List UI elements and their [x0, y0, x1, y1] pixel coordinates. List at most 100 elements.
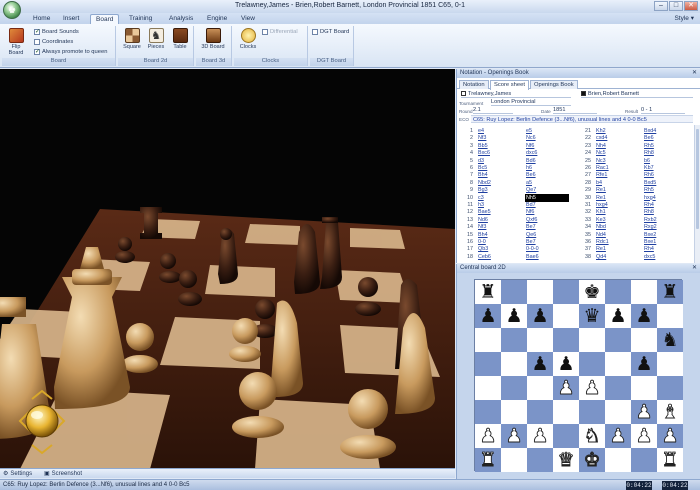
- board-square[interactable]: [657, 376, 683, 400]
- board-square[interactable]: ♟: [579, 376, 605, 400]
- white-move[interactable]: Ceb6: [477, 253, 521, 261]
- board-square[interactable]: ♟: [631, 304, 657, 328]
- board-square[interactable]: [631, 376, 657, 400]
- board-sounds-checkbox[interactable]: ✓ Board Sounds: [34, 29, 79, 35]
- clocks-button[interactable]: Clocks: [236, 28, 260, 56]
- black-pawn-icon[interactable]: ♟: [479, 306, 496, 326]
- board-square[interactable]: ♟: [657, 424, 683, 448]
- table-button[interactable]: Table: [168, 28, 192, 56]
- black-rook-icon[interactable]: ♜: [661, 282, 678, 302]
- tab-analysis[interactable]: Analysis: [164, 14, 198, 24]
- board-square[interactable]: [475, 352, 501, 376]
- white-move[interactable]: Qd4: [595, 253, 639, 261]
- board-square[interactable]: [527, 328, 553, 352]
- board-3d-view[interactable]: [0, 69, 455, 469]
- board-square[interactable]: [579, 328, 605, 352]
- board-square[interactable]: [475, 376, 501, 400]
- board-square[interactable]: ♟: [553, 352, 579, 376]
- black-pawn-icon[interactable]: ♟: [609, 306, 626, 326]
- tab-home[interactable]: Home: [28, 14, 55, 24]
- board-square[interactable]: ♛: [553, 448, 579, 472]
- white-pawn-icon[interactable]: ♟: [609, 426, 627, 446]
- board-square[interactable]: ♞: [657, 328, 683, 352]
- board-square[interactable]: ♟: [605, 424, 631, 448]
- board-square[interactable]: ♟: [501, 304, 527, 328]
- 3d-board-button[interactable]: 3D Board: [201, 28, 225, 56]
- board-square[interactable]: [527, 280, 553, 304]
- board-square[interactable]: ♛: [579, 304, 605, 328]
- board-square[interactable]: ♟: [475, 304, 501, 328]
- board-square[interactable]: ♟: [475, 424, 501, 448]
- always-promote-checkbox[interactable]: ✓ Always promote to queen: [34, 49, 107, 55]
- black-knight-icon[interactable]: ♞: [661, 330, 678, 350]
- board-square[interactable]: [605, 400, 631, 424]
- board-square[interactable]: ♚: [579, 280, 605, 304]
- board-square[interactable]: [553, 304, 579, 328]
- white-bishop-icon[interactable]: ♝: [661, 402, 679, 422]
- board-square[interactable]: [527, 376, 553, 400]
- board-square[interactable]: [605, 376, 631, 400]
- coordinates-checkbox[interactable]: Coordinates: [34, 39, 73, 45]
- board-square[interactable]: [501, 400, 527, 424]
- white-rook-icon[interactable]: ♜: [479, 450, 497, 470]
- tab-notation[interactable]: Notation: [459, 80, 489, 89]
- black-pawn-icon[interactable]: ♟: [505, 306, 522, 326]
- board-square[interactable]: [631, 448, 657, 472]
- scrollbar-thumb[interactable]: [696, 129, 699, 229]
- close-icon[interactable]: ✕: [692, 264, 697, 273]
- tab-view[interactable]: View: [236, 14, 260, 24]
- board-square[interactable]: [475, 400, 501, 424]
- black-pawn-icon[interactable]: ♟: [635, 306, 652, 326]
- tab-insert[interactable]: Insert: [58, 14, 84, 24]
- notation-scrollbar[interactable]: [694, 125, 700, 263]
- board-square[interactable]: [553, 328, 579, 352]
- black-pawn-icon[interactable]: ♟: [531, 306, 548, 326]
- board-square[interactable]: [527, 400, 553, 424]
- board-square[interactable]: ♜: [475, 448, 501, 472]
- tab-score-sheet[interactable]: Score sheet: [490, 80, 529, 90]
- white-pawn-icon[interactable]: ♟: [505, 426, 523, 446]
- white-pawn-icon[interactable]: ♟: [635, 426, 653, 446]
- tab-board[interactable]: Board: [90, 14, 120, 24]
- board-square[interactable]: ♟: [631, 424, 657, 448]
- black-move[interactable]: Bae6: [525, 253, 569, 261]
- board-square[interactable]: [631, 280, 657, 304]
- white-queen-icon[interactable]: ♛: [557, 450, 575, 470]
- board-square[interactable]: ♟: [631, 400, 657, 424]
- settings-tab[interactable]: ⚙ Settings: [3, 470, 32, 478]
- board-square[interactable]: ♟: [501, 424, 527, 448]
- white-pawn-icon[interactable]: ♟: [479, 426, 497, 446]
- board-square[interactable]: ♟: [527, 304, 553, 328]
- white-knight-icon[interactable]: ♞: [583, 426, 601, 446]
- board-square[interactable]: [605, 280, 631, 304]
- pieces-button[interactable]: ♞ Pieces: [144, 28, 168, 56]
- close-button[interactable]: ✕: [684, 1, 698, 11]
- screenshot-tab[interactable]: ▣ Screenshot: [44, 470, 82, 478]
- board-square[interactable]: [657, 352, 683, 376]
- chess-board-2d[interactable]: ♜ ♚ ♜ ♟ ♟ ♟ ♛ ♟ ♟ ♞ ♟ ♟ ♟ ♟ ♟ ♟ ♝ ♟ ♟ ♟ ♞ ♟ ♟ ♟ ♜ ♛ ♚ ♜: [474, 279, 683, 472]
- board-square[interactable]: ♟: [553, 376, 579, 400]
- square-button[interactable]: Square: [120, 28, 144, 56]
- white-pawn-icon[interactable]: ♟: [583, 378, 601, 398]
- board-square[interactable]: [553, 424, 579, 448]
- board-square[interactable]: [553, 400, 579, 424]
- board-square[interactable]: [553, 280, 579, 304]
- board-square[interactable]: ♟: [527, 352, 553, 376]
- board-square[interactable]: [501, 352, 527, 376]
- black-pawn-icon[interactable]: ♟: [557, 354, 574, 374]
- board-square[interactable]: [579, 352, 605, 376]
- black-rook-icon[interactable]: ♜: [479, 282, 496, 302]
- board-square[interactable]: [579, 400, 605, 424]
- white-pawn-icon[interactable]: ♟: [661, 426, 679, 446]
- board-square[interactable]: [501, 376, 527, 400]
- board-square[interactable]: [605, 352, 631, 376]
- tab-openings-book[interactable]: Openings Book: [530, 80, 578, 89]
- white-king-icon[interactable]: ♚: [583, 450, 601, 470]
- white-pawn-icon[interactable]: ♟: [531, 426, 549, 446]
- board-square[interactable]: [475, 328, 501, 352]
- board-square[interactable]: [657, 304, 683, 328]
- tab-training[interactable]: Training: [124, 14, 157, 24]
- tab-engine[interactable]: Engine: [202, 14, 232, 24]
- white-pawn-icon[interactable]: ♟: [557, 378, 575, 398]
- board-square[interactable]: ♟: [631, 352, 657, 376]
